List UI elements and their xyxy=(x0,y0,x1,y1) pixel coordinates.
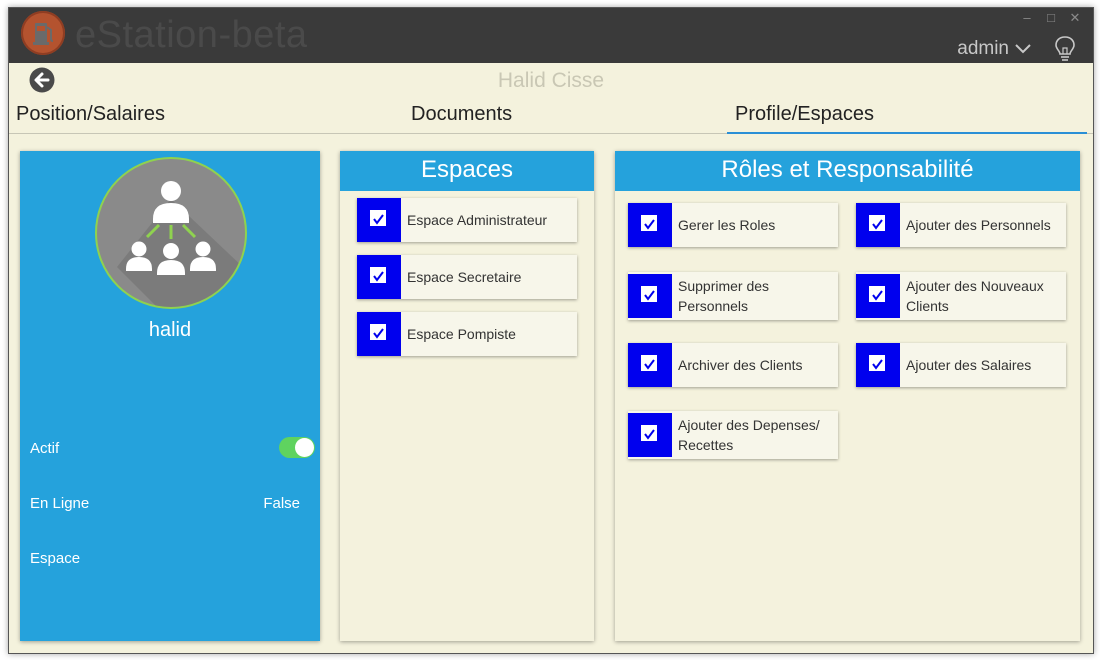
check-icon xyxy=(872,290,883,301)
checkbox[interactable] xyxy=(357,312,401,356)
checkbox[interactable] xyxy=(628,203,672,247)
role-label: Ajouter des Nouveaux Clients xyxy=(906,278,1044,314)
role-item[interactable]: Ajouter des Nouveaux Clients xyxy=(856,272,1066,320)
espace-item[interactable]: Espace Secretaire xyxy=(357,255,577,299)
sub-header: Halid Cisse xyxy=(9,63,1093,99)
role-item[interactable]: Gerer les Roles xyxy=(628,203,838,247)
check-icon xyxy=(373,271,384,282)
en-ligne-label: En Ligne xyxy=(30,495,90,512)
espace-item[interactable]: Espace Administrateur xyxy=(357,198,577,242)
check-icon xyxy=(644,290,655,301)
checkbox[interactable] xyxy=(856,274,900,318)
role-item[interactable]: Archiver des Clients xyxy=(628,343,838,387)
minimize-button[interactable]: – xyxy=(1017,10,1037,25)
espace-label: Espace xyxy=(30,550,81,567)
app-title: eStation-beta xyxy=(75,14,308,56)
role-item[interactable]: Supprimer des Personnels xyxy=(628,272,838,320)
espaces-title: Espaces xyxy=(340,151,594,191)
tab-bar: Position/Salaires Documents Profile/Espa… xyxy=(9,99,1093,135)
toggle-knob xyxy=(295,438,314,457)
role-label: Supprimer des Personnels xyxy=(678,278,770,314)
role-label: Archiver des Clients xyxy=(678,357,803,373)
check-icon xyxy=(373,214,384,225)
en-ligne-value: False xyxy=(263,495,300,512)
roles-title: Rôles et Responsabilité xyxy=(615,151,1080,191)
check-icon xyxy=(373,328,384,339)
role-label: Gerer les Roles xyxy=(678,217,776,233)
user-menu[interactable]: admin xyxy=(957,38,1031,60)
app-window: eStation-beta – □ ✕ admin Halid Cisse Po… xyxy=(8,7,1094,654)
tab-position-salaires[interactable]: Position/Salaires xyxy=(16,103,165,126)
espace-item[interactable]: Espace Pompiste xyxy=(357,312,577,356)
actif-toggle[interactable] xyxy=(279,437,315,458)
espaces-panel: Espaces Espace Administrateur Espace Sec… xyxy=(340,151,594,641)
checkbox[interactable] xyxy=(628,343,672,387)
checkbox[interactable] xyxy=(628,274,672,318)
user-name: admin xyxy=(957,38,1009,59)
checkbox[interactable] xyxy=(856,203,900,247)
title-bar: eStation-beta – □ ✕ admin xyxy=(9,8,1093,63)
username: halid xyxy=(148,319,192,341)
active-tab-indicator xyxy=(727,132,1087,134)
checkbox[interactable] xyxy=(357,198,401,242)
actif-label: Actif xyxy=(30,440,60,457)
fuel-pump-logo-icon xyxy=(21,11,65,55)
espace-label: Espace Secretaire xyxy=(407,269,522,285)
role-label: Ajouter des Depenses/ Recettes xyxy=(678,417,820,453)
check-icon xyxy=(644,219,655,230)
profile-card: halid Actif En Ligne False Espace xyxy=(20,151,320,641)
check-icon xyxy=(644,429,655,440)
checkbox[interactable] xyxy=(856,343,900,387)
role-item[interactable]: Ajouter des Personnels xyxy=(856,203,1066,247)
tab-documents[interactable]: Documents xyxy=(411,103,512,126)
checkbox[interactable] xyxy=(628,413,672,457)
chevron-down-icon xyxy=(1015,44,1031,54)
lightbulb-icon[interactable] xyxy=(1053,35,1077,61)
checkbox[interactable] xyxy=(357,255,401,299)
check-icon xyxy=(872,219,883,230)
espace-label: Espace Pompiste xyxy=(407,326,516,342)
espace-label: Espace Administrateur xyxy=(407,212,548,228)
person-name: Halid Cisse xyxy=(497,69,605,92)
tab-profile-espaces[interactable]: Profile/Espaces xyxy=(735,103,874,126)
role-label: Ajouter des Salaires xyxy=(906,357,1032,373)
role-item[interactable]: Ajouter des Salaires xyxy=(856,343,1066,387)
check-icon xyxy=(644,359,655,370)
check-icon xyxy=(872,359,883,370)
close-button[interactable]: ✕ xyxy=(1065,10,1085,26)
roles-panel: Rôles et Responsabilité Gerer les Roles … xyxy=(615,151,1080,641)
maximize-button[interactable]: □ xyxy=(1041,10,1061,25)
role-item[interactable]: Ajouter des Depenses/ Recettes xyxy=(628,411,838,459)
user-group-avatar-icon xyxy=(95,157,247,309)
role-label: Ajouter des Personnels xyxy=(906,217,1051,233)
